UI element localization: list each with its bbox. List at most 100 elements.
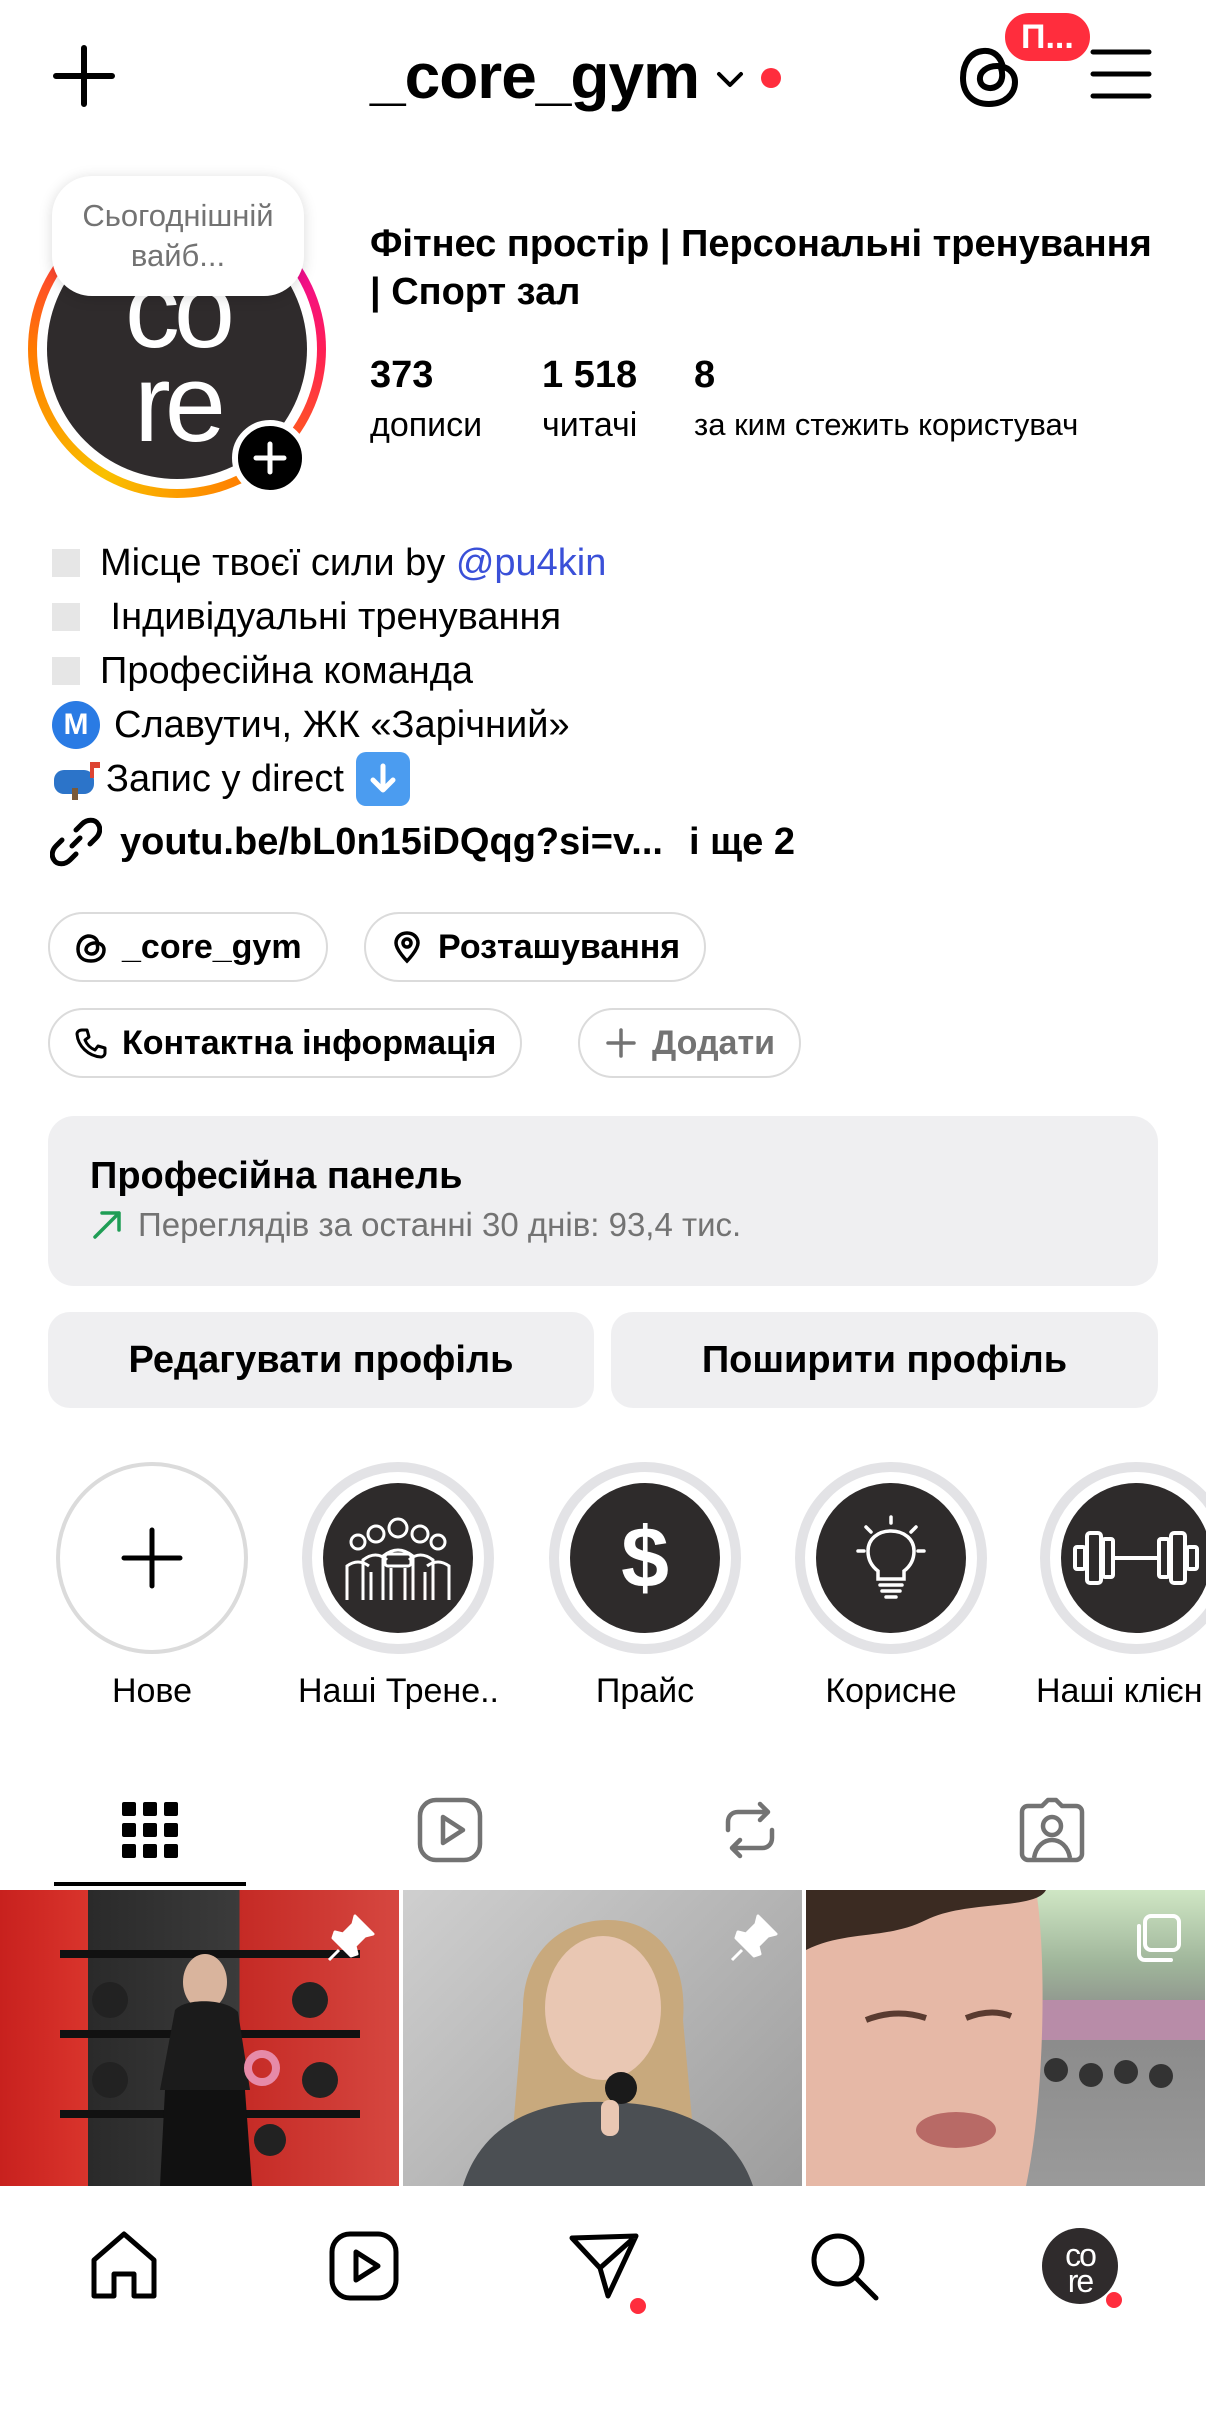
svg-text:re: re	[134, 342, 222, 465]
highlight-label: Наші клієн	[1036, 1672, 1203, 1710]
posts-label: дописи	[370, 406, 483, 444]
hamburger-menu-icon[interactable]	[1090, 46, 1152, 102]
add-chip[interactable]: Додати	[578, 1008, 802, 1078]
profile-full-name: Фітнес простір | Персональні тренування …	[370, 223, 1152, 313]
direct-messages-icon[interactable]	[566, 2228, 642, 2304]
account-switcher[interactable]: _core_gym	[370, 40, 781, 112]
followers-label: читачі	[542, 406, 638, 444]
bio-line: Запис у direct	[52, 752, 1152, 806]
bio-line: M Славутич, ЖК «Зарічний»	[52, 698, 1152, 752]
highlight-useful[interactable]: Корисне	[791, 1462, 991, 1711]
stat-followers[interactable]: 1 518 читачі	[542, 352, 637, 448]
highlight-cover	[302, 1462, 494, 1654]
svg-text:$: $	[621, 1513, 669, 1603]
link-icon	[50, 817, 102, 867]
highlight-cover	[56, 1462, 248, 1654]
threads-profile-chip[interactable]: _core_gym	[48, 912, 328, 982]
team-icon	[345, 1517, 451, 1600]
bio-text: Місце твоєї сили by	[100, 542, 456, 584]
share-profile-button[interactable]: Поширити профіль	[611, 1312, 1158, 1408]
dumbbell-icon	[1073, 1531, 1199, 1585]
tab-posts-grid[interactable]	[50, 1770, 250, 1890]
bio-text: Індивідуальні тренування	[100, 596, 562, 638]
posts-grid	[0, 1890, 1206, 2186]
mailbox-icon	[54, 762, 100, 800]
highlight-new[interactable]: Нове	[52, 1462, 252, 1711]
professional-dashboard[interactable]: Професійна панель Переглядів за останні …	[48, 1116, 1158, 1286]
link-more[interactable]: і ще 2	[689, 821, 795, 864]
home-icon[interactable]	[86, 2228, 162, 2304]
bottom-navigation: co re	[0, 2186, 1206, 2436]
lightbulb-icon	[856, 1515, 926, 1599]
following-label: за ким стежить користувач	[694, 407, 1079, 442]
bio-text: Професійна команда	[100, 650, 474, 692]
profile-tabs	[0, 1770, 1206, 1890]
threads-badge: П...	[1000, 8, 1095, 66]
stat-posts[interactable]: 373 дописи	[370, 352, 482, 448]
reels-icon[interactable]	[326, 2228, 402, 2304]
location-pin-icon	[394, 931, 420, 964]
views-stat-text: Переглядів за останні 30 днів: 93,4 тис.	[138, 1206, 742, 1243]
svg-text:re: re	[1068, 2263, 1094, 2299]
metro-m-icon: M	[52, 701, 100, 749]
following-count: 8	[694, 354, 716, 396]
highlight-cover: $	[549, 1462, 741, 1654]
tab-reels[interactable]	[350, 1770, 550, 1890]
location-chip[interactable]: Розташування	[364, 912, 707, 982]
highlight-cover	[795, 1462, 987, 1654]
post-thumbnail[interactable]	[806, 1890, 1205, 2186]
highlight-label: Прайс	[595, 1672, 695, 1710]
search-icon[interactable]	[806, 2228, 882, 2304]
link-url[interactable]: youtu.be/bL0n15iDQqg?si=v...	[120, 821, 663, 864]
profile-note-bubble[interactable]: Сьогоднішній вайб...	[52, 176, 304, 296]
square-emoji-icon	[52, 657, 80, 685]
post-thumbnail[interactable]	[0, 1890, 399, 2186]
notification-dot	[760, 68, 781, 88]
highlight-trainers[interactable]: Наші Трене...	[298, 1462, 498, 1711]
square-emoji-icon	[52, 549, 80, 577]
stat-following[interactable]: 8 за ким стежить користувач	[694, 352, 1078, 448]
profile-avatar-tab[interactable]: co re	[1042, 2228, 1118, 2304]
bio-link[interactable]: youtu.be/bL0n15iDQqg?si=v... і ще 2	[50, 816, 795, 868]
square-emoji-icon	[52, 603, 80, 631]
add-story-button[interactable]	[232, 420, 308, 496]
chip-label: Контактна інформація	[122, 1023, 497, 1062]
mention-link[interactable]: @pu4kin	[456, 536, 607, 590]
highlight-prices[interactable]: $ Прайс	[545, 1462, 745, 1711]
highlight-label: Наші Трене...	[298, 1672, 498, 1710]
highlight-label: Нове	[111, 1672, 193, 1710]
chip-label: Розташування	[438, 927, 681, 966]
contact-info-chip[interactable]: Контактна інформація	[48, 1008, 523, 1078]
edit-profile-button[interactable]: Редагувати профіль	[48, 1312, 594, 1408]
grid-icon	[122, 1802, 178, 1858]
reels-icon	[417, 1797, 483, 1863]
down-arrow-icon	[355, 752, 410, 806]
chevron-down-icon	[716, 72, 743, 87]
new-post-plus-icon[interactable]	[50, 42, 118, 110]
tab-reposts[interactable]	[650, 1770, 850, 1890]
multi-post-icon	[1137, 1914, 1181, 1962]
tab-tagged[interactable]	[952, 1770, 1152, 1890]
bio-line: Місце твоєї сили by @pu4kin	[52, 536, 1152, 590]
pro-panel-title: Професійна панель	[90, 1155, 463, 1197]
followers-count: 1 518	[542, 354, 638, 396]
plus-icon	[253, 441, 287, 475]
dollar-icon: $	[621, 1513, 669, 1603]
highlight-clients[interactable]: Наші клієн	[1036, 1462, 1206, 1711]
chip-label: Додати	[652, 1023, 776, 1062]
bio-line: Професійна команда	[52, 644, 1152, 698]
plus-icon	[121, 1527, 183, 1589]
pin-icon	[730, 1914, 778, 1962]
reposts-icon	[725, 1801, 775, 1859]
username-title: _core_gym	[370, 40, 700, 112]
profile-bio: Місце твоєї сили by @pu4kin Індивідуальн…	[52, 536, 1152, 806]
bio-text: Запис у direct	[106, 758, 344, 800]
pin-icon	[327, 1914, 375, 1962]
threads-icon	[76, 934, 106, 963]
phone-icon	[75, 1028, 107, 1059]
direct-notification-dot	[630, 2298, 646, 2314]
bio-line: Індивідуальні тренування	[52, 590, 1152, 644]
highlight-label: Корисне	[825, 1672, 957, 1710]
highlight-cover	[1040, 1462, 1206, 1654]
post-thumbnail[interactable]	[403, 1890, 802, 2186]
